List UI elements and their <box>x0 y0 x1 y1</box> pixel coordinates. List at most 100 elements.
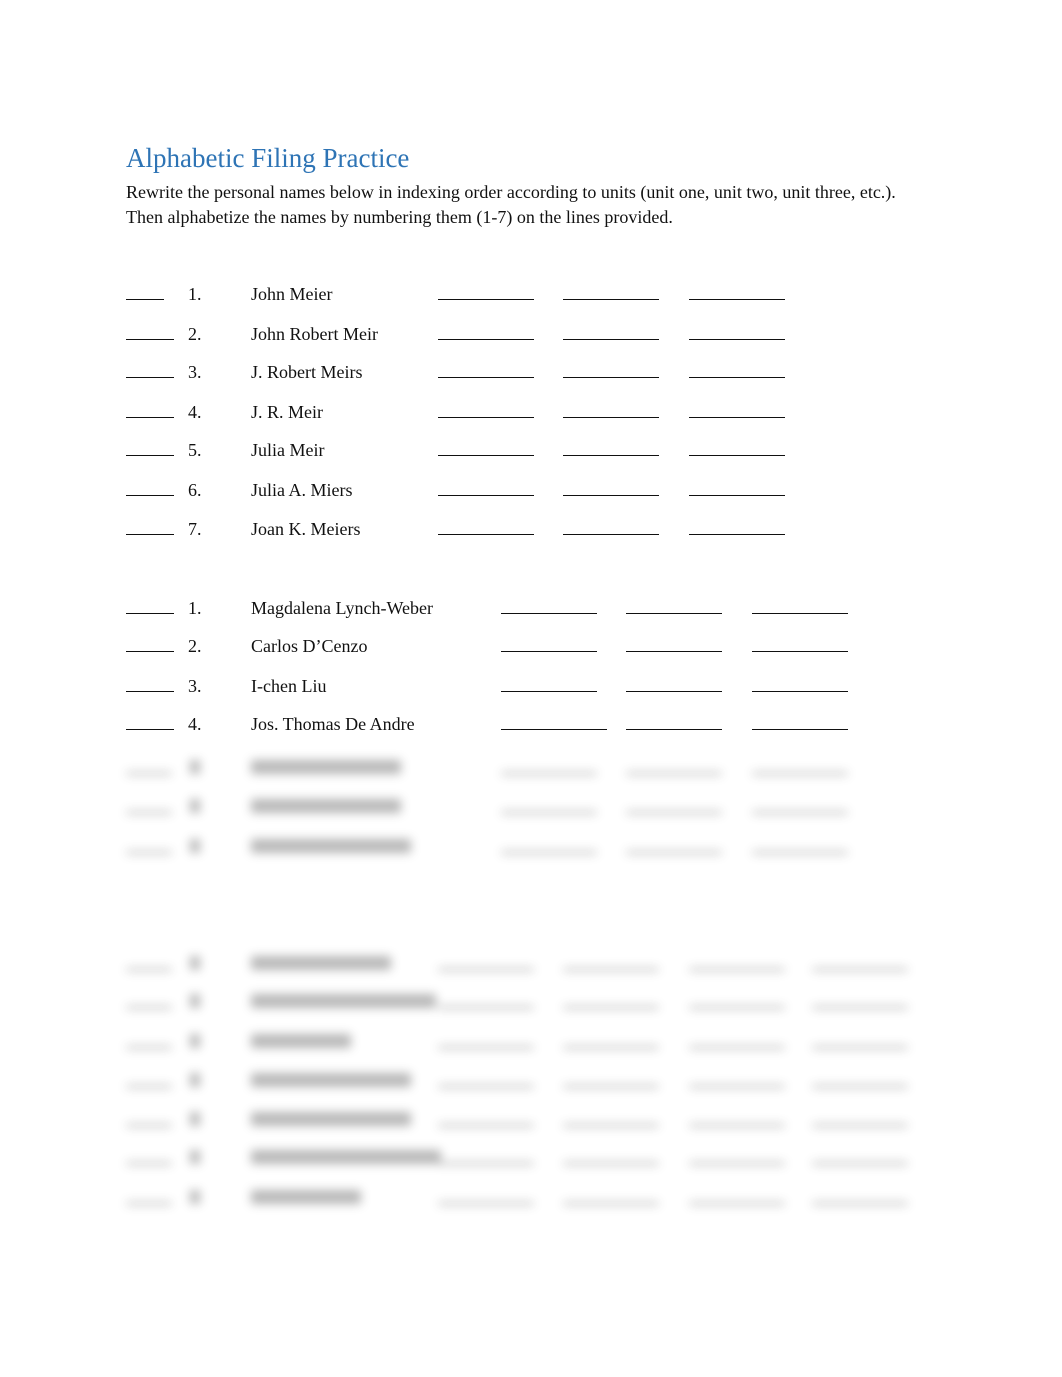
blurred-number <box>190 1034 200 1048</box>
blurred-blank <box>126 851 172 854</box>
name-row: 1. Magdalena Lynch-Weber <box>0 598 1062 622</box>
unit-3-blank[interactable] <box>752 613 848 614</box>
unit-2-blank[interactable] <box>626 651 722 652</box>
unit-1-blank[interactable] <box>438 299 534 300</box>
blurred-row <box>0 952 1062 976</box>
unit-1-blank[interactable] <box>501 691 597 692</box>
unit-3-blank[interactable] <box>689 417 785 418</box>
instructions: Rewrite the personal names below in inde… <box>126 182 896 227</box>
name-row: 7. Joan K. Meiers <box>0 519 1062 543</box>
unit-1-blank[interactable] <box>438 339 534 340</box>
blurred-blank <box>438 1046 534 1049</box>
blurred-blank <box>501 811 597 814</box>
personal-name: I-chen Liu <box>251 676 327 696</box>
blurred-blank <box>563 1046 659 1049</box>
name-row: 4. Jos. Thomas De Andre <box>0 714 1062 738</box>
blurred-blank <box>812 1124 908 1127</box>
order-number-blank[interactable] <box>126 534 174 535</box>
unit-1-blank[interactable] <box>438 534 534 535</box>
blurred-row <box>0 1108 1062 1132</box>
blurred-blank <box>689 1006 785 1009</box>
personal-name: Joan K. Meiers <box>251 519 361 539</box>
blurred-number <box>190 956 200 970</box>
order-number-blank[interactable] <box>126 651 174 652</box>
order-number-blank[interactable] <box>126 495 174 496</box>
page-title: Alphabetic Filing Practice <box>126 143 410 173</box>
unit-2-blank[interactable] <box>563 495 659 496</box>
item-number: 2. <box>188 324 202 344</box>
unit-2-blank[interactable] <box>563 455 659 456</box>
unit-3-blank[interactable] <box>689 495 785 496</box>
blurred-blank <box>438 1085 534 1088</box>
item-number: 3. <box>188 362 202 382</box>
blurred-name <box>251 1034 351 1048</box>
blurred-blank <box>689 968 785 971</box>
order-number-blank[interactable] <box>126 339 174 340</box>
unit-1-blank[interactable] <box>438 377 534 378</box>
personal-name: J. Robert Meirs <box>251 362 363 382</box>
item-number: 1. <box>188 284 202 304</box>
personal-name: J. R. Meir <box>251 402 323 422</box>
unit-1-blank[interactable] <box>501 651 597 652</box>
blurred-blank <box>126 1046 172 1049</box>
unit-2-blank[interactable] <box>563 534 659 535</box>
blurred-name <box>251 760 401 774</box>
blurred-blank <box>626 851 722 854</box>
order-number-blank[interactable] <box>126 613 174 614</box>
blurred-blank <box>126 1162 172 1165</box>
blurred-row <box>0 835 1062 859</box>
unit-2-blank[interactable] <box>626 729 722 730</box>
blurred-blank <box>126 1006 172 1009</box>
personal-name: John Robert Meir <box>251 324 378 344</box>
blurred-blank <box>689 1124 785 1127</box>
order-number-blank[interactable] <box>126 417 174 418</box>
order-number-blank[interactable] <box>126 729 174 730</box>
blurred-blank <box>126 1085 172 1088</box>
unit-3-blank[interactable] <box>689 534 785 535</box>
blurred-blank <box>126 1202 172 1205</box>
unit-3-blank[interactable] <box>752 729 848 730</box>
order-number-blank[interactable] <box>126 377 174 378</box>
blurred-blank <box>812 1162 908 1165</box>
order-number-blank[interactable] <box>126 455 174 456</box>
unit-2-blank[interactable] <box>563 339 659 340</box>
name-row: 3. I-chen Liu <box>0 676 1062 700</box>
unit-1-blank[interactable] <box>438 455 534 456</box>
unit-1-blank[interactable] <box>501 729 607 730</box>
name-row: 3. J. Robert Meirs <box>0 362 1062 386</box>
personal-name: John Meier <box>251 284 333 304</box>
blurred-row <box>0 1146 1062 1170</box>
item-number: 2. <box>188 636 202 656</box>
blurred-row <box>0 1186 1062 1210</box>
blurred-blank <box>563 1085 659 1088</box>
unit-2-blank[interactable] <box>563 377 659 378</box>
item-number: 7. <box>188 519 202 539</box>
blurred-name <box>251 1150 441 1164</box>
unit-1-blank[interactable] <box>438 495 534 496</box>
blurred-number <box>190 799 200 813</box>
item-number: 5. <box>188 440 202 460</box>
unit-1-blank[interactable] <box>501 613 597 614</box>
unit-3-blank[interactable] <box>689 455 785 456</box>
order-number-blank[interactable] <box>126 299 164 300</box>
unit-3-blank[interactable] <box>689 377 785 378</box>
blurred-blank <box>438 1162 534 1165</box>
unit-3-blank[interactable] <box>752 651 848 652</box>
unit-2-blank[interactable] <box>563 417 659 418</box>
blurred-name <box>251 1190 361 1204</box>
blurred-name <box>251 1112 411 1126</box>
unit-2-blank[interactable] <box>626 691 722 692</box>
order-number-blank[interactable] <box>126 691 174 692</box>
blurred-row <box>0 990 1062 1014</box>
unit-2-blank[interactable] <box>563 299 659 300</box>
unit-3-blank[interactable] <box>752 691 848 692</box>
blurred-number <box>190 1190 200 1204</box>
unit-1-blank[interactable] <box>438 417 534 418</box>
unit-2-blank[interactable] <box>626 613 722 614</box>
blurred-number <box>190 994 200 1008</box>
blurred-blank <box>689 1085 785 1088</box>
blurred-blank <box>563 1202 659 1205</box>
blurred-blank <box>752 811 848 814</box>
unit-3-blank[interactable] <box>689 299 785 300</box>
unit-3-blank[interactable] <box>689 339 785 340</box>
